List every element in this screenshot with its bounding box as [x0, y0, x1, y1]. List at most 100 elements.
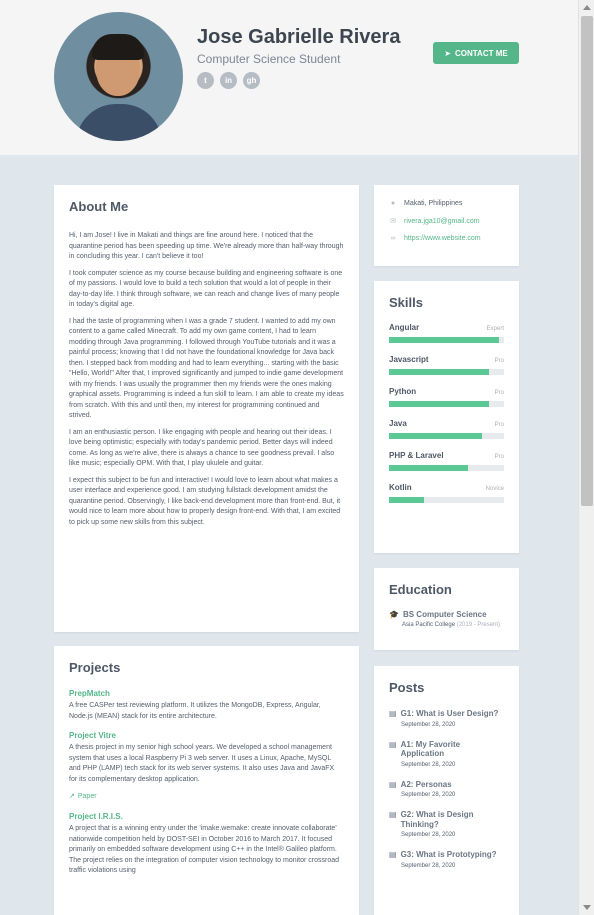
posts-card: Posts ▤ G1: What is User Design? September… [374, 666, 519, 915]
email-link[interactable]: rivera.jga10@gmail.com [404, 218, 480, 225]
skill-bar-fill [389, 337, 500, 343]
twitter-icon[interactable]: t [197, 72, 214, 89]
about-paragraph: I had the taste of programming when I wa… [69, 317, 344, 420]
skill-bar-track [389, 497, 504, 503]
skill-name: Javascript [389, 355, 429, 364]
skill-header: PHP & Laravel Pro [389, 451, 504, 460]
about-paragraph: I took computer science as my course bec… [69, 269, 343, 309]
location-row: ● Makati, Philippines [389, 200, 504, 207]
external-link-icon: ↗ [69, 793, 75, 800]
project-name[interactable]: PrepMatch [69, 689, 344, 698]
skill-bar-fill [389, 465, 469, 471]
skill-level: Novice [485, 486, 504, 492]
post-date: September 28, 2020 [401, 792, 456, 798]
project-name[interactable]: Project Vitre [69, 731, 344, 740]
posts-title: Posts [389, 680, 425, 695]
education-title: Education [389, 582, 452, 597]
skill-item: Javascript Pro [389, 355, 504, 375]
skill-level: Pro [494, 454, 504, 460]
email-row: ✉ rivera.jga10@gmail.com [389, 217, 504, 226]
school-years: (2019 - Present) [456, 622, 501, 628]
about-paragraph: Hi, I am Jose! I live in Makati and thin… [69, 232, 344, 260]
scroll-down-arrow-icon[interactable] [583, 905, 591, 910]
skill-header: Javascript Pro [389, 355, 504, 364]
post-title-row: ▤ A1: My Favorite Application [389, 740, 504, 759]
project-name[interactable]: Project I.R.I.S. [69, 812, 344, 821]
skill-bar-fill [389, 433, 483, 439]
profile-header: Jose Gabrielle Rivera Computer Science S… [0, 0, 578, 155]
skill-name: Python [389, 387, 417, 396]
post-title[interactable]: G1: What is User Design? [401, 709, 499, 719]
post-title[interactable]: G3: What is Prototyping? [401, 850, 497, 860]
vertical-scrollbar[interactable] [578, 0, 594, 915]
post-title[interactable]: A1: My Favorite Application [401, 740, 504, 759]
scroll-up-arrow-icon[interactable] [583, 5, 591, 10]
post-item[interactable]: ▤ G1: What is User Design? September 28, 2… [389, 709, 504, 728]
website-row: ∞ https://www.website.com [389, 235, 504, 242]
paper-link-label: Paper [77, 792, 97, 800]
profile-name: Jose Gabrielle Rivera [197, 26, 401, 48]
skill-bar-fill [389, 369, 490, 375]
post-title[interactable]: G2: What is Design Thinking? [401, 810, 504, 829]
post-item[interactable]: ▤ A1: My Favorite Application September 28… [389, 740, 504, 768]
skill-bar-fill [389, 401, 490, 407]
scrollbar-thumb[interactable] [581, 16, 593, 506]
skill-level: Pro [494, 358, 504, 364]
paper-link[interactable]: ↗ Paper [69, 792, 344, 801]
skill-item: Angular Expert [389, 323, 504, 343]
post-title-row: ▤ G3: What is Prototyping? [389, 850, 504, 860]
skill-bar-fill [389, 497, 424, 503]
contact-info-card: ● Makati, Philippines ✉ rivera.jga10@gma… [374, 185, 519, 266]
skill-bar-track [389, 369, 504, 375]
skill-item: Java Pro [389, 419, 504, 439]
contact-me-label: CONTACT ME [454, 48, 508, 58]
post-icon: ▤ [389, 850, 397, 859]
post-date: September 28, 2020 [401, 832, 456, 838]
skill-level: Expert [486, 326, 504, 332]
linkedin-icon[interactable]: in [220, 72, 237, 89]
skill-item: Python Pro [389, 387, 504, 407]
skill-name: Angular [389, 323, 420, 332]
post-date: September 28, 2020 [401, 862, 456, 869]
envelope-icon: ✉ [390, 218, 396, 225]
post-icon: ▤ [389, 810, 397, 819]
skill-header: Kotlin Novice [389, 483, 504, 492]
project-description: A free CASPer test reviewing platform. I… [69, 702, 321, 720]
paper-plane-icon: ➤ [444, 48, 451, 58]
school-name: Asia Pacific College [402, 622, 456, 628]
post-item[interactable]: ▤ A2: Personas September 28, 2020 [389, 780, 504, 799]
post-item[interactable]: ▤ G3: What is Prototyping? September 28, 2… [389, 850, 504, 869]
skill-item: PHP & Laravel Pro [389, 451, 504, 471]
post-date: September 28, 2020 [401, 721, 456, 728]
website-link[interactable]: https://www.website.com [404, 235, 481, 242]
project-description: A project that is a winning entry under … [69, 825, 340, 874]
social-links: t in gh [197, 72, 260, 89]
about-card: About Me Hi, I am Jose! I live in Makati… [54, 185, 359, 632]
skill-name: Java [389, 419, 407, 428]
contact-me-button[interactable]: ➤ CONTACT ME [433, 42, 519, 64]
skill-header: Angular Expert [389, 323, 504, 332]
skill-header: Python Pro [389, 387, 504, 396]
skill-bar-track [389, 401, 504, 407]
map-marker-icon: ● [390, 200, 396, 207]
projects-card: Projects PrepMatch A free CASPer test re… [54, 646, 359, 915]
projects-title: Projects [69, 660, 121, 675]
post-title[interactable]: A2: Personas [401, 780, 452, 790]
location-text: Makati, Philippines [404, 200, 463, 207]
post-item[interactable]: ▤ G2: What is Design Thinking? September 2… [389, 810, 504, 838]
skill-level: Pro [494, 422, 504, 428]
skills-title: Skills [389, 295, 423, 310]
project-description: A thesis project in my senior high schoo… [69, 744, 335, 783]
education-card: Education 🎓 BS Computer Science Asia Pac… [374, 568, 519, 650]
post-icon: ▤ [389, 779, 397, 789]
skill-bar-track [389, 433, 504, 439]
post-icon: ▤ [389, 709, 397, 718]
graduation-cap-icon: 🎓 [389, 610, 399, 619]
about-paragraph: I am an enthusiastic person. I like enga… [69, 428, 335, 468]
skill-item: Kotlin Novice [389, 483, 504, 503]
link-icon: ∞ [390, 235, 396, 242]
post-date: September 28, 2020 [401, 761, 456, 768]
skill-level: Pro [494, 390, 504, 396]
school-info: Asia Pacific College (2019 - Present) [402, 622, 504, 628]
github-icon[interactable]: gh [243, 72, 260, 89]
